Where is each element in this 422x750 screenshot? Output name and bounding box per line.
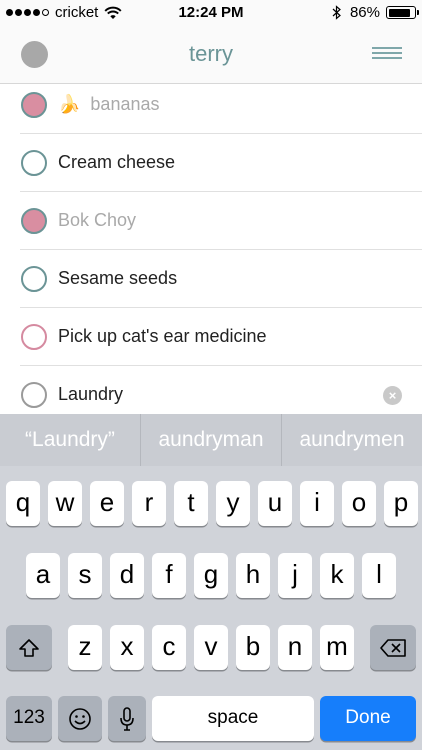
checkbox[interactable] [21, 382, 47, 408]
space-key[interactable]: space [152, 696, 314, 741]
item-edit-field[interactable]: Laundry [58, 384, 123, 405]
menu-line [372, 47, 402, 49]
key-l[interactable]: l [362, 553, 396, 598]
task-list: 🍌 bananas Cream cheese Bok Choy Sesame se… [0, 76, 422, 424]
suggestion-bar: “Laundry” aundryman aundrymen [0, 414, 422, 466]
key-o[interactable]: o [342, 481, 376, 526]
suggestion-1[interactable]: “Laundry” [0, 414, 140, 466]
key-q[interactable]: q [6, 481, 40, 526]
checkbox[interactable] [21, 324, 47, 350]
item-label[interactable]: Sesame seeds [58, 268, 177, 289]
menu-line [372, 57, 402, 59]
page-title: terry [189, 41, 233, 66]
item-text: bananas [90, 94, 160, 114]
battery-tip [417, 10, 419, 15]
list-item[interactable]: Pick up cat's ear medicine [0, 308, 422, 366]
menu-icon[interactable] [372, 47, 402, 61]
battery-fill [388, 8, 410, 17]
keyboard: “Laundry” aundryman aundrymen q w e r t … [0, 414, 422, 750]
done-button[interactable]: Done [320, 696, 416, 741]
numbers-key[interactable]: 123 [6, 696, 52, 741]
key-n[interactable]: n [278, 625, 312, 670]
backspace-icon[interactable] [370, 625, 416, 670]
clear-text-icon[interactable]: × [383, 386, 402, 405]
battery-percent: 86% [349, 4, 380, 21]
status-right: 86% [332, 4, 419, 21]
key-a[interactable]: a [26, 553, 60, 598]
key-i[interactable]: i [300, 481, 334, 526]
key-b[interactable]: b [236, 625, 270, 670]
key-c[interactable]: c [152, 625, 186, 670]
bluetooth-icon [332, 5, 341, 20]
suggestion-2[interactable]: aundryman [140, 414, 281, 466]
list-item[interactable]: 🍌 bananas [0, 76, 422, 134]
key-p[interactable]: p [384, 481, 418, 526]
item-label[interactable]: Bok Choy [58, 210, 136, 231]
key-s[interactable]: s [68, 553, 102, 598]
key-g[interactable]: g [194, 553, 228, 598]
key-e[interactable]: e [90, 481, 124, 526]
key-f[interactable]: f [152, 553, 186, 598]
status-bar: cricket 12:24 PM 86% [0, 0, 422, 26]
key-w[interactable]: w [48, 481, 82, 526]
key-k[interactable]: k [320, 553, 354, 598]
key-u[interactable]: u [258, 481, 292, 526]
key-x[interactable]: x [110, 625, 144, 670]
key-v[interactable]: v [194, 625, 228, 670]
key-j[interactable]: j [278, 553, 312, 598]
item-label[interactable]: 🍌 bananas [58, 94, 160, 115]
item-label[interactable]: Cream cheese [58, 152, 175, 173]
shift-icon[interactable] [6, 625, 52, 670]
key-m[interactable]: m [320, 625, 354, 670]
list-item[interactable]: Cream cheese [0, 134, 422, 192]
menu-line [372, 52, 402, 54]
microphone-icon[interactable] [108, 696, 146, 741]
suggestion-3[interactable]: aundrymen [281, 414, 422, 466]
key-y[interactable]: y [216, 481, 250, 526]
key-d[interactable]: d [110, 553, 144, 598]
checkbox[interactable] [21, 266, 47, 292]
key-h[interactable]: h [236, 553, 270, 598]
emoji-icon[interactable] [58, 696, 102, 741]
item-label[interactable]: Pick up cat's ear medicine [58, 326, 267, 347]
key-t[interactable]: t [174, 481, 208, 526]
list-item[interactable]: Sesame seeds [0, 250, 422, 308]
battery-icon [386, 6, 419, 19]
checkbox-checked[interactable] [21, 92, 47, 118]
key-r[interactable]: r [132, 481, 166, 526]
checkbox-checked[interactable] [21, 208, 47, 234]
banana-icon: 🍌 [58, 94, 81, 114]
key-z[interactable]: z [68, 625, 102, 670]
list-item[interactable]: Bok Choy [0, 192, 422, 250]
checkbox[interactable] [21, 150, 47, 176]
